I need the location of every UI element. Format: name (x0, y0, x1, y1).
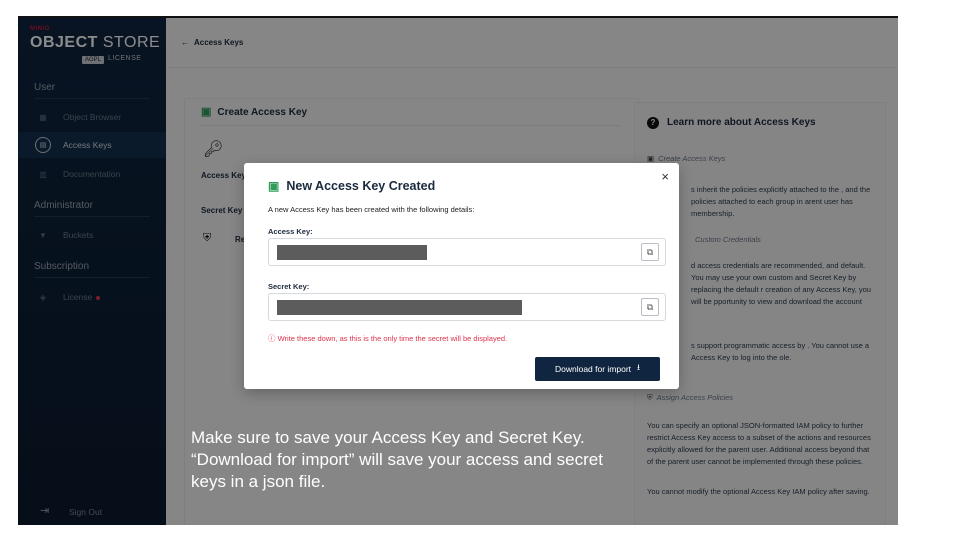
dialog-title: ▣ New Access Key Created (268, 179, 436, 193)
copy-icon[interactable]: ⧉ (641, 243, 659, 261)
secret-key-field[interactable]: ⧉ (268, 293, 666, 321)
download-icon: ⭳ (637, 362, 641, 372)
warning-message: ⓘ Write these down, as this is the only … (268, 334, 508, 343)
access-key-redacted (277, 245, 427, 260)
new-access-key-dialog: × ▣ New Access Key Created A new Access K… (244, 163, 679, 389)
download-for-import-button[interactable]: Download for import ⭳ (535, 357, 660, 381)
secret-key-label: Secret Key: (268, 282, 310, 291)
secret-key-redacted (277, 300, 522, 315)
access-key-field[interactable]: ⧉ (268, 238, 666, 266)
tutorial-caption: Make sure to save your Access Key and Se… (191, 428, 603, 491)
close-icon[interactable]: × (661, 169, 669, 184)
dialog-description: A new Access Key has been created with t… (268, 205, 475, 214)
slide-frame: MINIO OBJECT STORE AGPL LICENSE User ▦ O… (0, 0, 960, 540)
access-key-label: Access Key: (268, 227, 313, 236)
access-key-card-icon: ▣ (268, 179, 280, 193)
copy-icon[interactable]: ⧉ (641, 298, 659, 316)
